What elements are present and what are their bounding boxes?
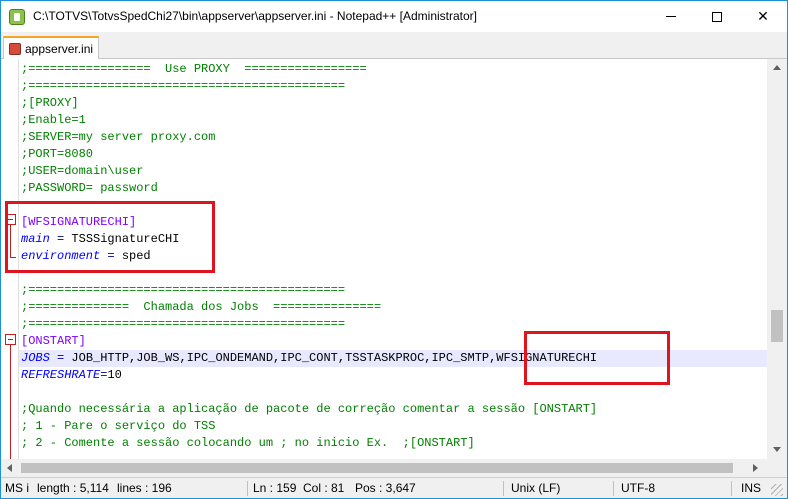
code-token: ;================= Use PROXY ===========… bbox=[21, 62, 367, 76]
scroll-down-arrow-icon[interactable] bbox=[773, 447, 781, 452]
scroll-left-arrow-icon[interactable] bbox=[7, 464, 12, 472]
scroll-right-arrow-icon[interactable] bbox=[753, 464, 758, 472]
tab-appserver-ini[interactable]: appserver.ini bbox=[3, 36, 99, 59]
code-token: ;=======================================… bbox=[21, 79, 346, 93]
status-separator bbox=[731, 481, 732, 496]
scroll-up-arrow-icon[interactable] bbox=[773, 65, 781, 70]
code-token: ;Enable=1 bbox=[21, 113, 86, 127]
highlight-box-wfsignaturechi bbox=[5, 201, 215, 273]
status-insert-mode[interactable]: INS bbox=[737, 478, 771, 499]
horizontal-scroll-thumb[interactable] bbox=[21, 463, 733, 473]
code-token: ; 1 - Pare o serviço do TSS bbox=[21, 419, 216, 433]
code-line[interactable]: ;USER=domain\user bbox=[19, 163, 767, 180]
code-line[interactable]: ; 1 - Pare o serviço do TSS bbox=[19, 418, 767, 435]
tab-label: appserver.ini bbox=[25, 42, 94, 56]
minimize-button[interactable] bbox=[648, 1, 694, 32]
code-token: ;============== Chamada dos Jobs =======… bbox=[21, 300, 382, 314]
file-modified-icon bbox=[9, 43, 21, 55]
notepadpp-app-icon bbox=[9, 9, 25, 25]
code-token: ; 2 - Comente a sessão colocando um ; no… bbox=[21, 436, 475, 450]
resize-grip-icon[interactable] bbox=[771, 484, 783, 496]
maximize-button[interactable] bbox=[694, 1, 740, 32]
code-token: REFRESHRATE bbox=[21, 368, 101, 382]
maximize-icon bbox=[712, 11, 722, 22]
title-bar[interactable]: C:\TOTVS\TotvsSpedChi27\bin\appserver\ap… bbox=[1, 1, 787, 32]
code-line[interactable]: ;PASSWORD= password bbox=[19, 180, 767, 197]
code-line[interactable]: ;================= Use PROXY ===========… bbox=[19, 61, 767, 78]
code-token: ;=======================================… bbox=[21, 317, 346, 331]
window-title: C:\TOTVS\TotvsSpedChi27\bin\appserver\ap… bbox=[33, 9, 477, 23]
code-line[interactable]: ;=======================================… bbox=[19, 282, 767, 299]
status-bar: MS i length : 5,114 lines : 196 Ln : 159… bbox=[1, 477, 787, 498]
tab-bar: appserver.ini bbox=[1, 32, 787, 59]
notepadpp-window: C:\TOTVS\TotvsSpedChi27\bin\appserver\ap… bbox=[0, 0, 788, 499]
close-button[interactable]: ✕ bbox=[740, 1, 786, 32]
status-eol[interactable]: Unix (LF) bbox=[507, 478, 611, 499]
code-line[interactable] bbox=[19, 384, 767, 401]
code-token: ;[PROXY] bbox=[21, 96, 79, 110]
scrollbar-corner bbox=[767, 459, 787, 477]
status-separator bbox=[503, 481, 504, 496]
code-line[interactable]: ;Enable=1 bbox=[19, 112, 767, 129]
code-token: JOB_HTTP,JOB_WS,IPC_ONDEMAND,IPC_CONT,TS… bbox=[71, 351, 598, 365]
horizontal-scrollbar[interactable] bbox=[1, 459, 767, 477]
code-line[interactable]: ;Quando necessária a aplicação de pacote… bbox=[19, 401, 767, 418]
code-line[interactable]: ;=======================================… bbox=[19, 78, 767, 95]
code-token: ;PORT=8080 bbox=[21, 147, 94, 161]
vertical-scroll-thumb[interactable] bbox=[771, 310, 783, 342]
status-col: Col : 81 bbox=[303, 481, 345, 495]
minimize-icon bbox=[666, 16, 676, 17]
editor-area[interactable]: ;================= Use PROXY ===========… bbox=[1, 59, 787, 477]
code-token: 10 bbox=[107, 368, 122, 382]
status-separator bbox=[613, 481, 614, 496]
fold-toggle-onstart-icon[interactable] bbox=[5, 334, 16, 345]
close-icon: ✕ bbox=[757, 8, 769, 24]
status-ln: Ln : 159 bbox=[253, 481, 297, 495]
code-token: ;=======================================… bbox=[21, 283, 346, 297]
code-line[interactable]: ; 2 - Comente a sessão colocando um ; no… bbox=[19, 435, 767, 452]
code-token: JOBS bbox=[21, 351, 50, 365]
status-encoding[interactable]: UTF-8 bbox=[617, 478, 727, 499]
code-line[interactable]: ;============== Chamada dos Jobs =======… bbox=[19, 299, 767, 316]
code-line[interactable]: ;[PROXY] bbox=[19, 95, 767, 112]
code-token: ;PASSWORD= password bbox=[21, 181, 158, 195]
status-separator bbox=[247, 481, 248, 496]
code-token: ;Quando necessária a aplicação de pacote… bbox=[21, 402, 598, 416]
vertical-scrollbar[interactable] bbox=[767, 59, 787, 459]
fold-line bbox=[10, 345, 11, 459]
status-lines: lines : 196 bbox=[117, 481, 172, 495]
code-line[interactable]: ;SERVER=my server proxy.com bbox=[19, 129, 767, 146]
status-length: length : 5,114 bbox=[37, 481, 109, 495]
status-pos: Pos : 3,647 bbox=[355, 481, 416, 495]
code-line[interactable]: ;PORT=8080 bbox=[19, 146, 767, 163]
code-token: [ONSTART] bbox=[21, 334, 86, 348]
code-token: ;USER=domain\user bbox=[21, 164, 144, 178]
code-token: ;SERVER=my server proxy.com bbox=[21, 130, 216, 144]
highlight-box-wfsignaturechi-job bbox=[524, 331, 670, 385]
code-token: = bbox=[49, 351, 72, 365]
